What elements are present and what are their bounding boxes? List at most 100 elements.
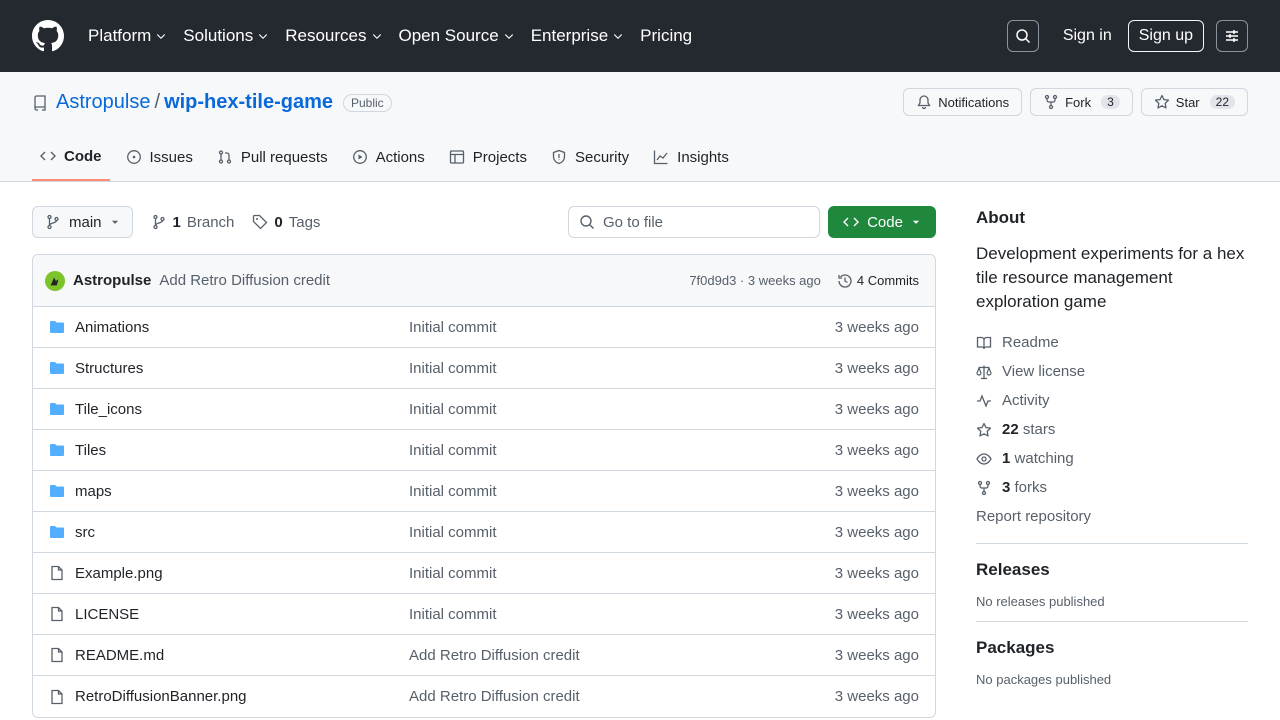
file-commit-message[interactable]: Initial commit — [409, 606, 835, 623]
folder-icon — [50, 362, 64, 374]
commits-link[interactable]: 4 Commits — [837, 273, 919, 289]
tab-insights[interactable]: Insights — [645, 133, 737, 181]
nav-resources[interactable]: Resources — [285, 26, 382, 46]
tab-label: Security — [574, 148, 630, 166]
table-row[interactable]: Tiles Initial commit 3 weeks ago — [33, 430, 935, 471]
file-commit-message[interactable]: Initial commit — [409, 401, 835, 418]
chevron-down-icon — [372, 34, 381, 40]
packages-heading[interactable]: Packages — [976, 638, 1248, 658]
activity-link[interactable]: Activity — [976, 386, 1248, 415]
branches-link[interactable]: 1 Branch — [151, 214, 234, 231]
file-commit-message[interactable]: Initial commit — [409, 565, 835, 582]
go-to-file-input[interactable]: Go to file — [568, 206, 820, 238]
file-name-link[interactable]: maps — [75, 483, 409, 500]
nav-solutions[interactable]: Solutions — [183, 26, 269, 46]
file-commit-date: 3 weeks ago — [834, 318, 919, 336]
file-commit-date: 3 weeks ago — [834, 482, 919, 500]
file-name-link[interactable]: Example.png — [75, 565, 409, 582]
file-name-link[interactable]: Tiles — [75, 442, 409, 459]
history-icon — [838, 273, 852, 288]
watching-label: watching — [1014, 450, 1074, 467]
file-commit-message[interactable]: Initial commit — [409, 442, 835, 459]
avatar[interactable] — [45, 270, 65, 291]
star-button[interactable]: Star 22 — [1140, 88, 1248, 116]
table-row[interactable]: LICENSE Initial commit 3 weeks ago — [33, 594, 935, 635]
file-type-icon — [49, 689, 65, 705]
table-row[interactable]: RetroDiffusionBanner.png Add Retro Diffus… — [33, 676, 935, 717]
table-row[interactable]: Tile_icons Initial commit 3 weeks ago — [33, 389, 935, 430]
file-commit-message[interactable]: Initial commit — [409, 360, 835, 377]
repo-owner-link[interactable]: Astropulse — [56, 91, 151, 114]
file-name-link[interactable]: README.md — [75, 647, 409, 664]
table-row[interactable]: maps Initial commit 3 weeks ago — [33, 471, 935, 512]
file-name-link[interactable]: Structures — [75, 360, 409, 377]
menu-icon — [1226, 30, 1238, 42]
nav-pricing[interactable]: Pricing — [640, 26, 692, 46]
file-type-icon — [49, 483, 65, 499]
tab-actions[interactable]: Actions — [344, 133, 433, 181]
tag-icon — [253, 214, 268, 230]
watching-link[interactable]: 1 watching — [976, 444, 1248, 473]
file-commit-message[interactable]: Add Retro Diffusion credit — [409, 688, 835, 705]
stars-link[interactable]: 22 stars — [976, 415, 1248, 444]
file-commit-message[interactable]: Initial commit — [409, 319, 835, 336]
sign-up-button[interactable]: Sign up — [1127, 20, 1204, 52]
nav-platform[interactable]: Platform — [88, 26, 167, 46]
releases-heading[interactable]: Releases — [976, 560, 1248, 580]
repo-name-link[interactable]: wip-hex-tile-game — [164, 91, 333, 114]
table-row[interactable]: Animations Initial commit 3 weeks ago — [33, 307, 935, 348]
fork-icon — [977, 480, 991, 495]
notifications-button[interactable]: Notifications — [903, 88, 1023, 116]
chevron-down-icon — [259, 34, 268, 40]
branch-icon — [152, 214, 165, 230]
commit-author[interactable]: Astropulse — [73, 272, 151, 289]
forks-link[interactable]: 3 forks — [976, 473, 1248, 502]
tab-code[interactable]: Code — [32, 133, 110, 181]
visibility-badge: Public — [342, 93, 392, 112]
file-name-link[interactable]: src — [75, 524, 409, 541]
tab-pull-requests[interactable]: Pull requests — [209, 133, 336, 181]
tab-projects[interactable]: Projects — [441, 133, 535, 181]
watching-text: 1 watching — [1002, 450, 1074, 467]
file-commit-message[interactable]: Initial commit — [409, 483, 835, 500]
readme-label: Readme — [1002, 334, 1059, 351]
nav-open-source[interactable]: Open Source — [399, 26, 515, 46]
repo-nav: Code Issues Pull requests Actions Projec… — [32, 133, 745, 181]
avatar-image — [50, 277, 59, 285]
report-repository-link[interactable]: Report repository — [976, 502, 1248, 531]
github-logo-icon[interactable] — [32, 20, 64, 52]
star-label: Star — [1175, 94, 1200, 110]
tab-issues[interactable]: Issues — [118, 133, 201, 181]
about-links: Readme View license Activity 22 stars 1 … — [976, 328, 1248, 531]
tab-label: Projects — [472, 148, 527, 166]
chevron-down-icon — [157, 34, 166, 40]
code-icon — [40, 151, 56, 161]
search-button[interactable] — [1006, 20, 1039, 52]
file-commit-message[interactable]: Initial commit — [409, 524, 835, 541]
table-row[interactable]: src Initial commit 3 weeks ago — [33, 512, 935, 553]
branch-icon — [47, 214, 59, 230]
table-row[interactable]: Structures Initial commit 3 weeks ago — [33, 348, 935, 389]
file-commit-message[interactable]: Add Retro Diffusion credit — [409, 647, 835, 664]
nav-enterprise[interactable]: Enterprise — [531, 26, 624, 46]
sign-in-link[interactable]: Sign in — [1063, 27, 1112, 45]
fork-button[interactable]: Fork 3 — [1030, 88, 1133, 116]
tags-link[interactable]: 0 Tags — [252, 214, 320, 231]
code-button[interactable]: Code — [828, 206, 936, 238]
search-icon — [1016, 29, 1030, 44]
table-row[interactable]: README.md Add Retro Diffusion credit 3 wee… — [33, 635, 935, 676]
menu-button[interactable] — [1216, 20, 1248, 52]
file-name-link[interactable]: RetroDiffusionBanner.png — [75, 688, 409, 705]
license-link[interactable]: View license — [976, 357, 1248, 386]
file-name-link[interactable]: Tile_icons — [75, 401, 409, 418]
file-name-link[interactable]: Animations — [75, 319, 409, 336]
readme-link[interactable]: Readme — [976, 328, 1248, 357]
commit-sha-time[interactable]: 7f0d9d3 · 3 weeks ago — [689, 273, 821, 288]
commit-message[interactable]: Add Retro Diffusion credit — [159, 272, 330, 289]
forks-label: forks — [1014, 479, 1048, 496]
branch-selector[interactable]: main — [32, 206, 133, 238]
file-name-link[interactable]: LICENSE — [75, 606, 409, 623]
table-row[interactable]: Example.png Initial commit 3 weeks ago — [33, 553, 935, 594]
shield-icon — [552, 149, 566, 165]
tab-security[interactable]: Security — [543, 133, 637, 181]
